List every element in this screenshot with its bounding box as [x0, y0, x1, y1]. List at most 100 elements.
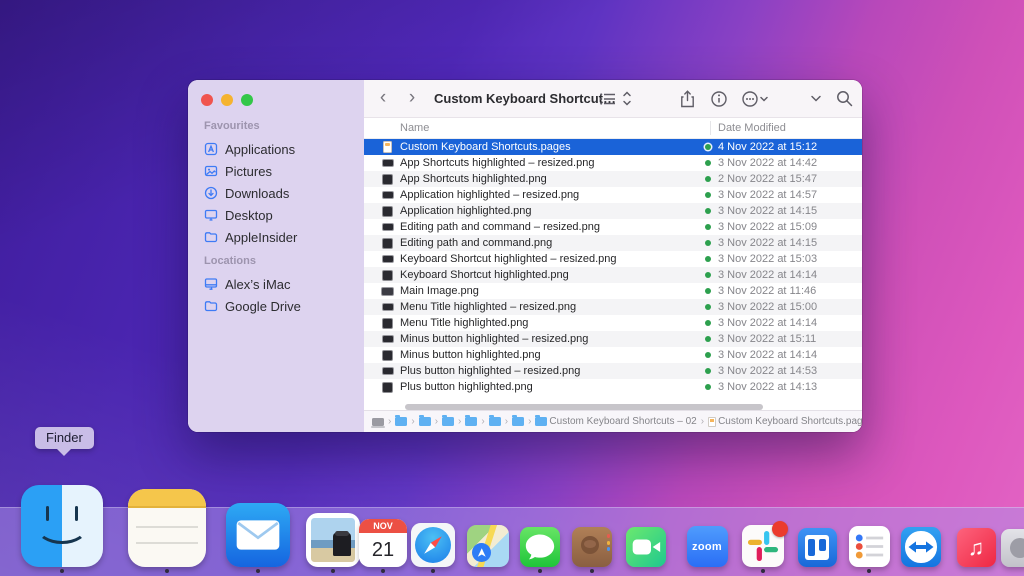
- file-thumbnail-icon: [381, 237, 394, 249]
- column-name[interactable]: Name: [400, 122, 429, 134]
- sync-status-icon: [705, 336, 711, 342]
- column-date-modified[interactable]: Date Modified: [718, 122, 786, 134]
- file-row[interactable]: App Shortcuts highlighted – resized.png3…: [364, 155, 862, 171]
- dock-app-facetime[interactable]: [626, 527, 666, 567]
- breadcrumb-item-pages[interactable]: Custom Keyboard Shortcuts.pages: [708, 416, 862, 427]
- file-row[interactable]: Application highlighted.png3 Nov 2022 at…: [364, 203, 862, 219]
- file-thumbnail-icon: [381, 205, 394, 217]
- back-button[interactable]: ‹: [372, 88, 394, 108]
- sidebar-item-downloads[interactable]: Downloads: [200, 182, 356, 204]
- running-indicator-dot: [590, 569, 594, 573]
- notification-badge: [772, 521, 788, 537]
- sync-status-icon: [705, 224, 711, 230]
- minimize-button[interactable]: [221, 94, 233, 106]
- breadcrumb-item-folder[interactable]: [489, 417, 501, 426]
- dock: NOV21 zoom ♫: [0, 507, 1024, 576]
- breadcrumb-item-folder[interactable]: [512, 417, 524, 426]
- sidebar-item-pictures[interactable]: Pictures: [200, 160, 356, 182]
- file-thumbnail-icon: [381, 365, 394, 377]
- dock-app-zoom[interactable]: zoom: [687, 526, 728, 567]
- music-icon: ♫: [957, 528, 996, 567]
- column-divider[interactable]: [710, 121, 711, 135]
- list-view-icon[interactable]: [600, 92, 616, 106]
- sidebar-item-appleinsider[interactable]: AppleInsider: [200, 226, 356, 248]
- dock-app-music[interactable]: ♫: [957, 528, 996, 567]
- dock-app-calendar[interactable]: NOV21: [359, 519, 407, 567]
- sidebar-item-applications[interactable]: Applications: [200, 138, 356, 160]
- dock-app-reminders[interactable]: [849, 526, 890, 567]
- breadcrumb-item-folder[interactable]: [465, 417, 477, 426]
- running-indicator-dot: [165, 569, 169, 573]
- zoom-button[interactable]: [241, 94, 253, 106]
- dock-app-trello[interactable]: [798, 528, 837, 567]
- dock-app-teamviewer[interactable]: [901, 527, 941, 567]
- file-row[interactable]: Custom Keyboard Shortcuts.pages4 Nov 202…: [364, 139, 862, 155]
- file-row[interactable]: Keyboard Shortcut highlighted.png3 Nov 2…: [364, 267, 862, 283]
- breadcrumb-item-folder[interactable]: [395, 417, 407, 426]
- sidebar-item-google-drive[interactable]: Google Drive: [200, 295, 356, 317]
- sync-status-icon: [705, 256, 711, 262]
- toolbar-overflow-chevron-icon[interactable]: [810, 95, 822, 103]
- breadcrumb-item-computer[interactable]: [372, 418, 384, 426]
- file-row[interactable]: Minus button highlighted – resized.png3 …: [364, 331, 862, 347]
- file-row[interactable]: Menu Title highlighted.png3 Nov 2022 at …: [364, 315, 862, 331]
- folder-icon: [204, 299, 218, 313]
- file-name: Menu Title highlighted.png: [400, 317, 528, 329]
- dock-app-notes[interactable]: [128, 489, 206, 567]
- file-row[interactable]: Plus button highlighted.png3 Nov 2022 at…: [364, 379, 862, 395]
- breadcrumb-item-folder[interactable]: [442, 417, 454, 426]
- dock-app-settings[interactable]: [1001, 529, 1024, 567]
- file-name: Plus button highlighted.png: [400, 381, 533, 393]
- sidebar-item-alex-s-imac[interactable]: Alex’s iMac: [200, 273, 356, 295]
- file-row[interactable]: Plus button highlighted – resized.png3 N…: [364, 363, 862, 379]
- contacts-icon: [572, 527, 612, 567]
- search-icon[interactable]: [836, 90, 853, 107]
- sync-status-icon: [705, 272, 711, 278]
- running-indicator-dot: [381, 569, 385, 573]
- file-row[interactable]: App Shortcuts highlighted.png2 Nov 2022 …: [364, 171, 862, 187]
- file-row[interactable]: Editing path and command.png3 Nov 2022 a…: [364, 235, 862, 251]
- file-row[interactable]: Application highlighted – resized.png3 N…: [364, 187, 862, 203]
- sync-status-icon: [705, 176, 711, 182]
- file-row[interactable]: Main Image.png3 Nov 2022 at 11:46: [364, 283, 862, 299]
- dock-app-messages[interactable]: [520, 527, 560, 567]
- dock-app-mail[interactable]: [226, 503, 290, 567]
- dock-app-maps[interactable]: [467, 525, 509, 567]
- file-thumbnail-icon: [381, 141, 394, 153]
- dock-app-slack[interactable]: [742, 525, 784, 567]
- dock-app-preview[interactable]: [306, 513, 360, 567]
- settings-icon: [1001, 529, 1024, 567]
- file-date-modified: 3 Nov 2022 at 14:14: [718, 349, 817, 361]
- folder-icon: [204, 230, 218, 244]
- file-row[interactable]: Editing path and command – resized.png3 …: [364, 219, 862, 235]
- dock-app-safari[interactable]: [411, 523, 455, 567]
- sidebar-item-desktop[interactable]: Desktop: [200, 204, 356, 226]
- close-button[interactable]: [201, 94, 213, 106]
- list-column-header[interactable]: Name Date Modified: [364, 118, 862, 139]
- file-row[interactable]: Minus button highlighted.png3 Nov 2022 a…: [364, 347, 862, 363]
- file-row[interactable]: Menu Title highlighted – resized.png3 No…: [364, 299, 862, 315]
- more-actions-icon[interactable]: [742, 91, 769, 107]
- sort-chevrons-icon[interactable]: [622, 90, 632, 107]
- file-date-modified: 3 Nov 2022 at 14:15: [718, 205, 817, 217]
- finder-toolbar: ‹ › Custom Keyboard Shortcut…: [364, 80, 862, 118]
- file-name: Main Image.png: [400, 285, 479, 297]
- breadcrumb-item-folder[interactable]: [419, 417, 431, 426]
- file-name: App Shortcuts highlighted – resized.png: [400, 157, 594, 169]
- info-icon[interactable]: [711, 91, 727, 107]
- file-row[interactable]: Keyboard Shortcut highlighted – resized.…: [364, 251, 862, 267]
- notes-icon: [128, 489, 206, 567]
- dock-app-finder[interactable]: [21, 485, 103, 567]
- forward-button[interactable]: ›: [401, 88, 423, 108]
- finder-sidebar: FavouritesApplicationsPicturesDownloadsD…: [188, 80, 364, 432]
- downloads-icon: [204, 186, 218, 200]
- folder-icon: [419, 417, 431, 426]
- sidebar-item-label: Alex’s iMac: [225, 277, 291, 292]
- folder-icon: [395, 417, 407, 426]
- safari-icon: [411, 523, 455, 567]
- file-name: Plus button highlighted – resized.png: [400, 365, 580, 377]
- imac-icon: [204, 277, 218, 291]
- dock-app-contacts[interactable]: [572, 527, 612, 567]
- share-icon[interactable]: [680, 90, 695, 108]
- breadcrumb-item-folder[interactable]: Custom Keyboard Shortcuts – 02: [535, 416, 696, 427]
